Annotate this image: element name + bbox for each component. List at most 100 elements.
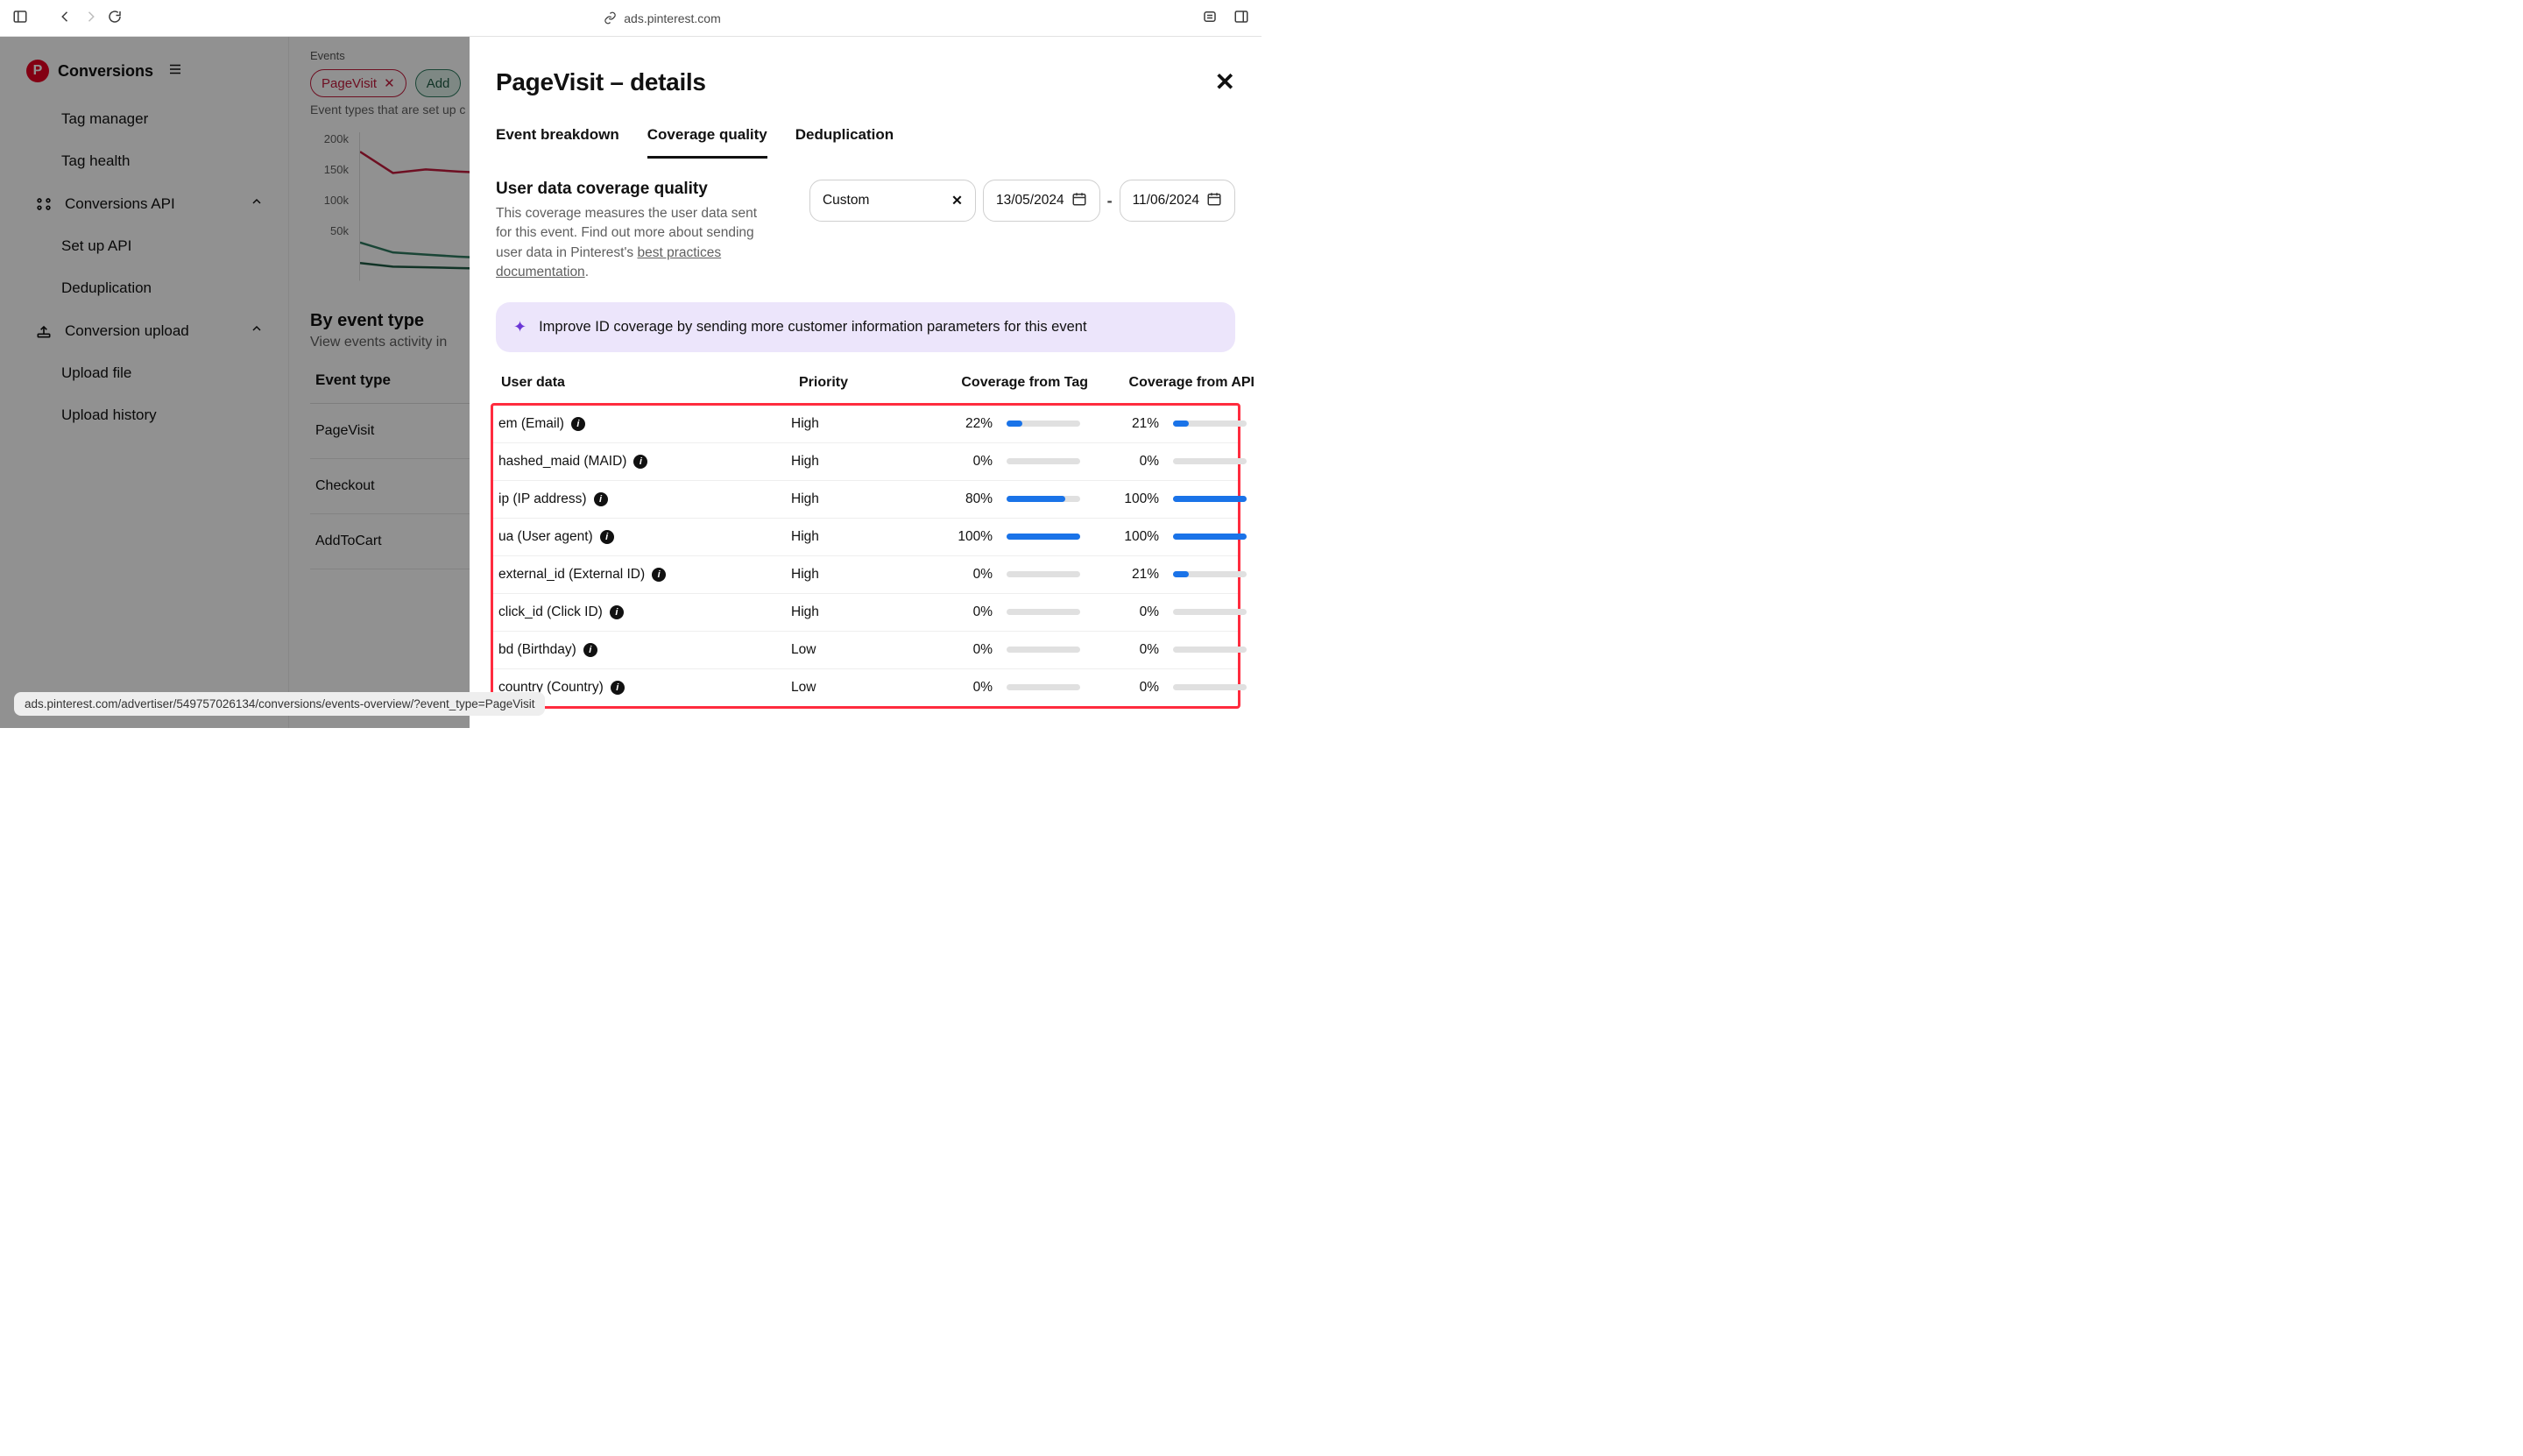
coverage-table-body: em (Email)i High 22% 21% hashed_maid (MAID)i… [491,403,1240,709]
api-pct: 0% [1080,642,1168,658]
user-data-label: ip (IP address)i [498,491,791,507]
sidebar-item-deduplication[interactable]: Deduplication [0,267,288,309]
coverage-section-title: User data coverage quality [496,180,759,199]
user-data-label: bd (Birthday)i [498,642,791,658]
improve-coverage-hint: ✦ Improve ID coverage by sending more cu… [496,302,1235,352]
clear-icon[interactable]: ✕ [951,193,963,209]
browser-url[interactable]: ads.pinterest.com [604,11,721,25]
tag-pct: 0% [914,567,1001,583]
tag-pct: 100% [914,529,1001,545]
api-bar [1173,571,1247,577]
upload-icon [35,322,53,340]
info-icon[interactable]: i [600,530,614,544]
sidebar-item-upload-history[interactable]: Upload history [0,394,288,436]
date-to-input[interactable]: 11/06/2024 [1120,180,1235,222]
tag-bar [1007,421,1080,427]
user-data-label: external_id (External ID)i [498,567,791,583]
api-bar [1173,684,1247,690]
chip-pagevisit[interactable]: PageVisit ✕ [310,69,406,97]
priority-cell: Low [791,680,914,696]
browser-toolbar: ads.pinterest.com [0,0,1262,37]
priority-cell: High [791,529,914,545]
api-icon [35,195,53,213]
info-icon[interactable]: i [633,455,647,469]
coverage-table-header: User data Priority Coverage from Tag Cov… [496,375,1235,403]
sidebar-item-tag-manager[interactable]: Tag manager [0,98,288,140]
sidebar-group-conversions-api[interactable]: Conversions API [0,182,288,225]
priority-cell: High [791,604,914,620]
api-pct: 100% [1080,529,1168,545]
api-bar [1173,421,1247,427]
table-row: hashed_maid (MAID)iHigh0%0% [493,442,1238,480]
tag-bar [1007,458,1080,464]
table-row: external_id (External ID)iHigh0%21% [493,555,1238,593]
api-pct: 0% [1080,680,1168,696]
hamburger-icon[interactable] [167,61,183,81]
tag-bar [1007,534,1080,540]
api-bar [1173,458,1247,464]
calendar-icon [1206,191,1222,211]
info-icon[interactable]: i [594,492,608,506]
date-range-select[interactable]: Custom ✕ [809,180,976,222]
user-data-label: em (Email)i [498,416,791,432]
nav-back-icon[interactable] [58,9,74,27]
panels-icon[interactable] [1233,9,1249,27]
sidebar-item-set-up-api[interactable]: Set up API [0,225,288,267]
sidebar-item-upload-file[interactable]: Upload file [0,352,288,394]
info-icon[interactable]: i [652,568,666,582]
y-axis-labels: 200k 150k 100k 50k [310,132,349,281]
sidebar-toggle-icon[interactable] [12,9,28,27]
tag-bar [1007,647,1080,653]
api-bar [1173,609,1247,615]
tag-pct: 80% [914,491,1001,507]
chevron-up-icon [250,322,264,340]
user-data-label: click_id (Click ID)i [498,604,791,620]
brand[interactable]: P Conversions [0,53,288,98]
share-icon[interactable] [1202,9,1218,27]
user-data-label: hashed_maid (MAID)i [498,454,791,470]
info-icon[interactable]: i [571,417,585,431]
info-icon[interactable]: i [610,605,624,619]
modal-tabs: Event breakdown Coverage quality Dedupli… [496,126,1235,159]
tag-bar [1007,496,1080,502]
tag-pct: 0% [914,680,1001,696]
chip-add[interactable]: Add [415,69,462,97]
priority-cell: High [791,454,914,470]
api-pct: 100% [1080,491,1168,507]
date-from-input[interactable]: 13/05/2024 [983,180,1100,222]
tag-bar [1007,684,1080,690]
sidebar-group-conversion-upload[interactable]: Conversion upload [0,309,288,352]
sidebar-item-tag-health[interactable]: Tag health [0,140,288,182]
tab-coverage-quality[interactable]: Coverage quality [647,126,767,159]
table-row: em (Email)iHigh22%21% [493,406,1238,442]
modal-title: PageVisit – details [496,68,706,96]
table-row: ua (User agent)iHigh100%100% [493,518,1238,555]
close-icon[interactable]: ✕ [384,75,395,91]
table-row: country (Country)iLow0%0% [493,668,1238,706]
browser-url-text: ads.pinterest.com [624,11,721,25]
brand-label: Conversions [58,62,153,81]
tag-bar [1007,571,1080,577]
tab-deduplication[interactable]: Deduplication [795,126,894,159]
tag-pct: 0% [914,642,1001,658]
pinterest-logo-icon: P [26,60,49,82]
info-icon[interactable]: i [583,643,597,657]
close-icon[interactable]: ✕ [1215,70,1235,95]
chevron-up-icon [250,194,264,213]
api-pct: 21% [1080,416,1168,432]
priority-cell: High [791,491,914,507]
sidebar: P Conversions Tag manager Tag health Con… [0,37,289,728]
tag-bar [1007,609,1080,615]
tag-pct: 0% [914,454,1001,470]
api-bar [1173,496,1247,502]
priority-cell: High [791,567,914,583]
calendar-icon [1071,191,1087,211]
reload-icon[interactable] [107,9,123,27]
date-dash: - [1107,192,1113,210]
info-icon[interactable]: i [611,681,625,695]
tag-pct: 22% [914,416,1001,432]
tab-event-breakdown[interactable]: Event breakdown [496,126,619,159]
details-panel: PageVisit – details ✕ Event breakdown Co… [470,37,1262,728]
sparkle-icon: ✦ [513,318,527,336]
table-row: ip (IP address)iHigh80% 100% [493,480,1238,518]
